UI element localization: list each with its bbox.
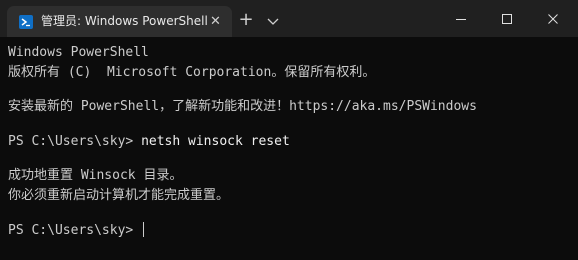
terminal-window: 管理员: Windows PowerShell ✕ + Windows Powe… xyxy=(0,0,578,260)
command-text: netsh winsock reset xyxy=(141,134,290,149)
prompt: PS C:\Users\sky> xyxy=(8,134,142,149)
close-icon xyxy=(548,14,558,24)
tab-dropdown-button[interactable] xyxy=(266,13,280,27)
terminal-line-prompt[interactable]: PS C:\Users\sky> xyxy=(8,222,145,239)
chevron-down-icon xyxy=(267,18,279,25)
terminal-line-restart-notice: 你必须重新启动计算机才能完成重置。 xyxy=(8,188,230,203)
text-cursor xyxy=(143,222,145,237)
terminal-line-upgrade: 安装最新的 PowerShell，了解新功能和改进！https://aka.ms… xyxy=(8,99,477,114)
minimize-button[interactable] xyxy=(438,0,484,37)
powershell-icon xyxy=(19,15,33,29)
minimize-icon xyxy=(456,19,466,20)
maximize-icon xyxy=(502,14,512,24)
maximize-button[interactable] xyxy=(484,0,530,37)
tab-close-button[interactable]: ✕ xyxy=(207,13,224,30)
terminal-line-header: Windows PowerShell xyxy=(8,45,149,60)
terminal-output[interactable]: Windows PowerShell 版权所有 (C) Microsoft Co… xyxy=(0,37,578,260)
terminal-line-command: PS C:\Users\sky> netsh winsock reset xyxy=(8,134,290,150)
terminal-line-result: 成功地重置 Winsock 目录。 xyxy=(8,168,183,183)
prompt: PS C:\Users\sky> xyxy=(8,223,142,238)
close-icon: ✕ xyxy=(210,14,221,29)
close-window-button[interactable] xyxy=(530,0,576,37)
new-tab-button[interactable]: + xyxy=(237,11,255,30)
tab-title: 管理员: Windows PowerShell xyxy=(41,14,208,28)
tab-powershell[interactable]: 管理员: Windows PowerShell ✕ xyxy=(7,6,232,37)
terminal-line-copyright: 版权所有 (C) Microsoft Corporation。保留所有权利。 xyxy=(8,65,376,80)
title-bar[interactable]: 管理员: Windows PowerShell ✕ + xyxy=(0,0,578,37)
